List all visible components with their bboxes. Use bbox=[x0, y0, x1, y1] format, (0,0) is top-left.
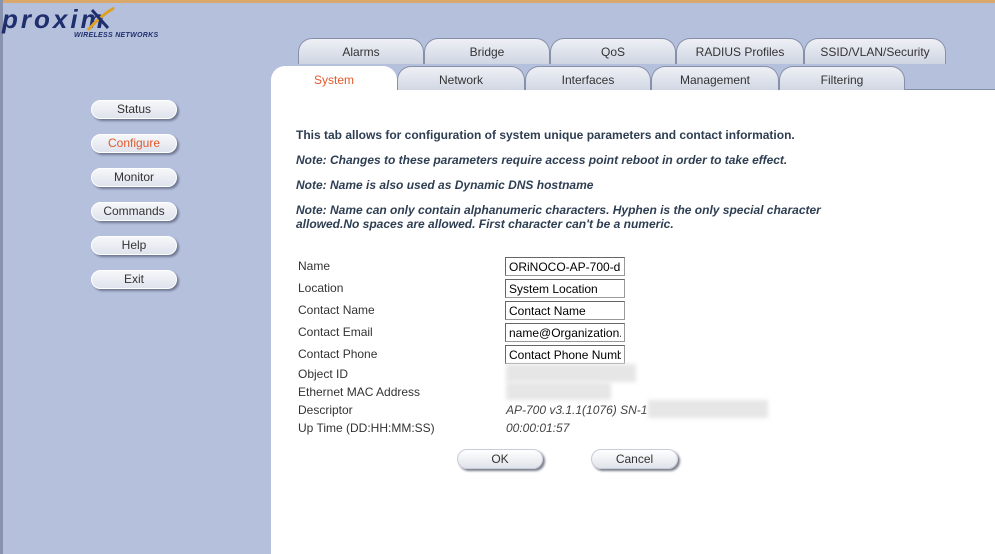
nav-exit-button[interactable]: Exit bbox=[91, 270, 177, 289]
left-border bbox=[0, 0, 3, 554]
uptime-value: 00:00:01:57 bbox=[506, 421, 570, 435]
tab-interfaces[interactable]: Interfaces bbox=[525, 66, 651, 92]
logo-swoosh-icon bbox=[86, 6, 115, 31]
nav-help-button[interactable]: Help bbox=[91, 236, 177, 255]
contact-phone-input[interactable] bbox=[505, 345, 625, 364]
note-name-rules: Note: Name can only contain alphanumeric… bbox=[296, 203, 821, 217]
nav-commands-button[interactable]: Commands bbox=[91, 202, 177, 221]
nav-monitor-button[interactable]: Monitor bbox=[91, 168, 177, 187]
top-border bbox=[0, 0, 995, 3]
tab-alarms[interactable]: Alarms bbox=[298, 38, 424, 64]
note-reboot: Note: Changes to these parameters requir… bbox=[296, 153, 788, 167]
contact-email-label: Contact Email bbox=[298, 325, 373, 339]
name-input[interactable] bbox=[505, 257, 625, 276]
object-id-redacted bbox=[506, 364, 636, 382]
location-label: Location bbox=[298, 281, 344, 295]
cancel-button[interactable]: Cancel bbox=[591, 449, 678, 469]
info-description: This tab allows for configuration of sys… bbox=[296, 128, 795, 142]
descriptor-value: AP-700 v3.1.1(1076) SN-1 bbox=[506, 403, 648, 417]
logo-tagline: WIRELESS NETWORKS bbox=[74, 32, 159, 39]
nav-status-button[interactable]: Status bbox=[91, 100, 177, 119]
contact-email-input[interactable] bbox=[505, 323, 625, 342]
contact-phone-label: Contact Phone bbox=[298, 347, 378, 361]
uptime-label: Up Time (DD:HH:MM:SS) bbox=[298, 421, 435, 435]
contact-name-input[interactable] bbox=[505, 301, 625, 320]
contact-name-label: Contact Name bbox=[298, 303, 375, 317]
ok-button[interactable]: OK bbox=[457, 449, 543, 469]
mac-address-label: Ethernet MAC Address bbox=[298, 385, 421, 399]
tab-qos[interactable]: QoS bbox=[550, 38, 676, 64]
tab-ssid-vlan-security[interactable]: SSID/VLAN/Security bbox=[804, 38, 946, 64]
tab-system[interactable]: System bbox=[271, 66, 397, 93]
tab-filtering[interactable]: Filtering bbox=[779, 66, 905, 92]
tab-bridge[interactable]: Bridge bbox=[424, 38, 550, 64]
proxim-logo: proxim WIRELESS NETWORKS bbox=[2, 4, 162, 40]
mac-address-redacted bbox=[506, 382, 611, 400]
object-id-label: Object ID bbox=[298, 367, 349, 381]
location-input[interactable] bbox=[505, 279, 625, 298]
tab-management[interactable]: Management bbox=[651, 66, 779, 92]
note-name-rules-cont: allowed.No spaces are allowed. First cha… bbox=[296, 217, 674, 231]
descriptor-redacted bbox=[648, 400, 768, 418]
nav-configure-button[interactable]: Configure bbox=[91, 134, 177, 153]
note-dns-hostname: Note: Name is also used as Dynamic DNS h… bbox=[296, 178, 594, 192]
tab-radius-profiles[interactable]: RADIUS Profiles bbox=[676, 38, 804, 64]
name-label: Name bbox=[298, 259, 331, 273]
descriptor-label: Descriptor bbox=[298, 403, 353, 417]
tab-network[interactable]: Network bbox=[397, 66, 525, 92]
